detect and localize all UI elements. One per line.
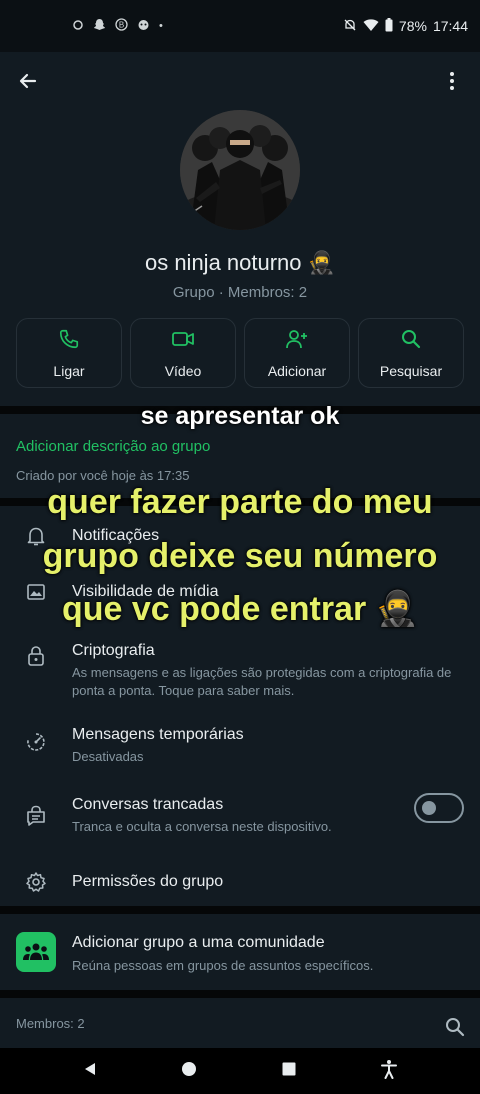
group-name[interactable]: os ninja noturno 🥷 — [0, 250, 480, 276]
phone-icon — [58, 328, 80, 355]
battery-percent: 78% — [398, 18, 427, 34]
notification-icon — [72, 19, 84, 34]
quick-actions: Ligar Vídeo Adicionar Pesquisar — [16, 318, 464, 388]
members-section: Membros: 2 — [0, 998, 480, 1048]
status-notification-icons: B • — [72, 18, 163, 34]
video-icon — [171, 328, 195, 355]
add-to-community-row[interactable]: Adicionar grupo a uma comunidade Reúna p… — [0, 914, 480, 990]
timer-icon — [24, 730, 48, 754]
b-app-icon: B — [115, 18, 128, 34]
gear-icon — [24, 870, 48, 894]
section-divider — [0, 990, 480, 998]
locked-chats-toggle[interactable] — [414, 793, 464, 823]
svg-text:B: B — [119, 21, 124, 30]
group-header: os ninja noturno 🥷 Grupo · Membros: 2 Li… — [0, 110, 480, 406]
call-button[interactable]: Ligar — [16, 318, 122, 388]
video-label: Vídeo — [164, 362, 202, 379]
overlay-caption-white: se apresentar ok — [140, 402, 340, 430]
add-member-label: Adicionar — [267, 362, 327, 379]
status-bar: B • 78% 17:44 — [0, 0, 480, 52]
add-description-link[interactable]: Adicionar descrição ao grupo — [16, 438, 210, 455]
encryption-row[interactable]: Criptografia As mensagens e as ligações … — [0, 630, 480, 706]
encryption-subtitle: As mensagens e as ligações são protegida… — [72, 665, 452, 698]
video-button[interactable]: Vídeo — [130, 318, 236, 388]
more-vert-icon[interactable] — [438, 67, 466, 95]
add-member-button[interactable]: Adicionar — [244, 318, 350, 388]
search-button[interactable]: Pesquisar — [358, 318, 464, 388]
app-bar — [0, 52, 480, 110]
group-avatar[interactable] — [180, 110, 300, 230]
group-permissions-label: Permissões do grupo — [72, 873, 224, 890]
temporary-messages-status: Desativadas — [72, 749, 144, 764]
locked-chats-title: Conversas trancadas — [72, 796, 224, 813]
call-label: Ligar — [53, 362, 85, 379]
nav-home-icon[interactable] — [181, 1061, 197, 1082]
temporary-messages-title: Mensagens temporárias — [72, 726, 244, 743]
add-to-community-subtitle: Reúna pessoas em grupos de assuntos espe… — [72, 958, 374, 973]
puppy-app-icon — [137, 18, 150, 34]
nav-recents-icon[interactable] — [281, 1061, 297, 1082]
group-meta: Grupo · Membros: 2 — [172, 284, 308, 301]
locked-chat-icon — [24, 804, 48, 828]
lock-icon — [24, 644, 48, 668]
system-nav-bar — [0, 1048, 480, 1094]
toggle-knob — [422, 801, 436, 815]
accessibility-icon[interactable] — [380, 1059, 398, 1084]
clock: 17:44 — [432, 18, 468, 34]
group-permissions-row[interactable]: Permissões do grupo — [0, 858, 480, 906]
snapchat-icon — [93, 18, 106, 34]
arrow-left-icon[interactable] — [14, 67, 42, 95]
nav-back-icon[interactable] — [82, 1061, 98, 1082]
battery-icon — [385, 17, 393, 35]
members-search-icon[interactable] — [444, 1016, 466, 1043]
members-count: Membros: 2 — [16, 1016, 85, 1031]
search-icon — [400, 328, 422, 355]
add-person-icon — [285, 328, 309, 355]
mute-icon — [343, 18, 357, 35]
overlay-caption-line-3: que vc pode entrar 🥷 — [62, 590, 418, 628]
encryption-title: Criptografia — [72, 642, 155, 659]
add-to-community-title: Adicionar grupo a uma comunidade — [72, 934, 325, 951]
search-label: Pesquisar — [379, 362, 443, 379]
overlay-caption-line-2: grupo deixe seu número — [42, 537, 438, 575]
locked-chats-subtitle: Tranca e oculta a conversa neste disposi… — [72, 819, 332, 834]
locked-chats-row[interactable]: Conversas trancadas Tranca e oculta a co… — [0, 786, 480, 846]
temporary-messages-row[interactable]: Mensagens temporárias Desativadas — [0, 714, 480, 776]
section-divider — [0, 906, 480, 914]
wifi-icon — [363, 18, 379, 35]
community-icon — [16, 932, 56, 972]
overlay-caption-line-1: quer fazer parte do meu — [47, 483, 433, 521]
